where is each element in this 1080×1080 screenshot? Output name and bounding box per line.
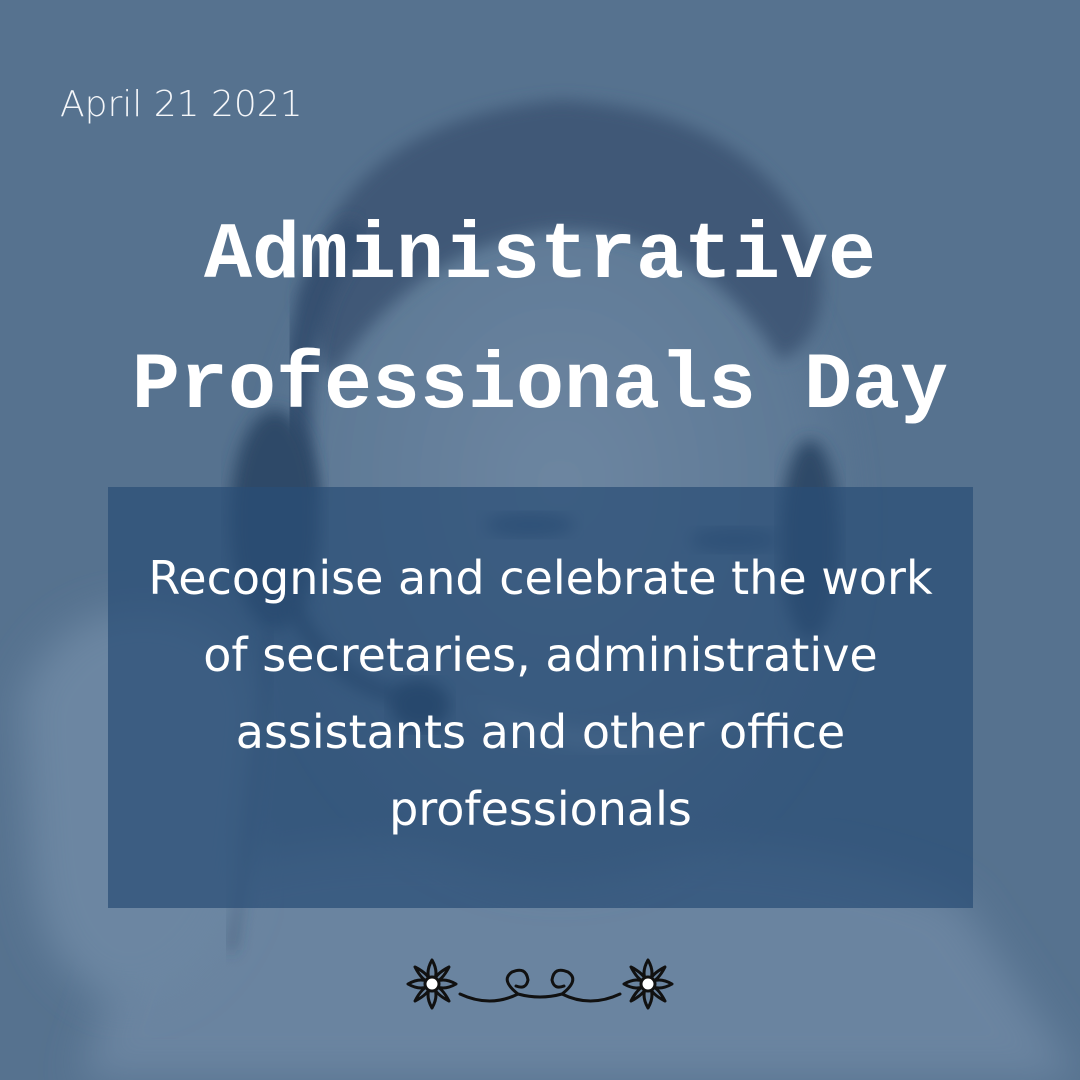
- flourish-ornament-icon: [406, 958, 674, 1010]
- message-box: Recognise and celebrate the work of secr…: [108, 487, 973, 908]
- message-text: Recognise and celebrate the work of secr…: [148, 550, 933, 836]
- title-line-2: Professionals Day: [131, 341, 949, 432]
- page-title: Administrative Professionals Day: [0, 192, 1080, 452]
- title-line-1: Administrative: [203, 211, 877, 302]
- event-date: April 21 2021: [60, 84, 303, 125]
